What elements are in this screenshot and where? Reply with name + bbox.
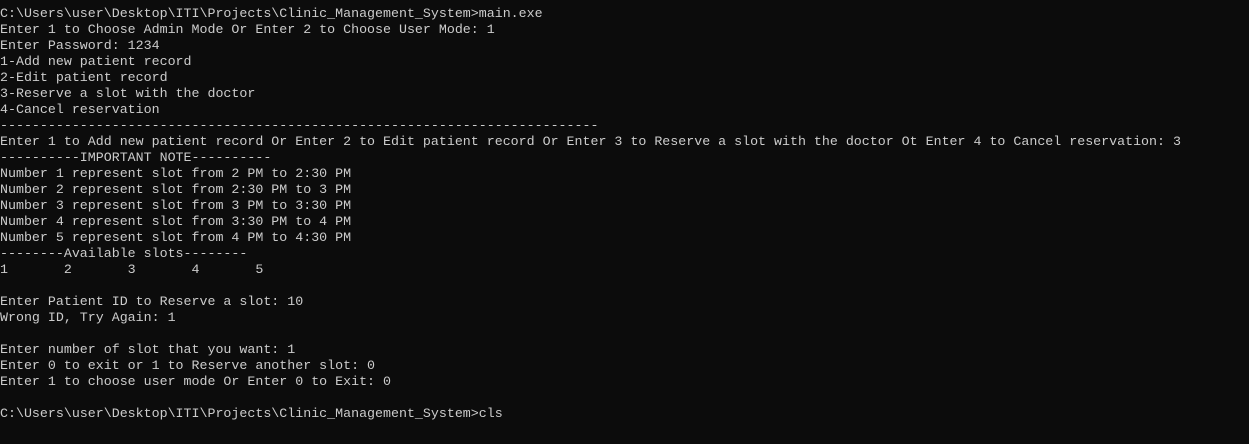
password-line: Enter Password: 1234 [0, 38, 160, 53]
important-note-header: ----------IMPORTANT NOTE---------- [0, 150, 272, 165]
slot-3-description: Number 3 represent slot from 3 PM to 3:3… [0, 198, 352, 213]
menu-option-edit: 2-Edit patient record [0, 70, 168, 85]
slot-number-prompt: Enter number of slot that you want: 1 [0, 342, 296, 357]
separator-line: ----------------------------------------… [0, 118, 599, 133]
patient-id-prompt: Enter Patient ID to Reserve a slot: 10 [0, 294, 304, 309]
reserve-another-prompt: Enter 0 to exit or 1 to Reserve another … [0, 358, 376, 373]
menu-option-cancel: 4-Cancel reservation [0, 102, 160, 117]
slot-2-description: Number 2 represent slot from 2:30 PM to … [0, 182, 352, 197]
slot-4-description: Number 4 represent slot from 3:30 PM to … [0, 214, 352, 229]
console-output[interactable]: C:\Users\user\Desktop\ITI\Projects\Clini… [0, 0, 1249, 444]
available-slots-header: --------Available slots-------- [0, 246, 248, 261]
slot-5-description: Number 5 represent slot from 4 PM to 4:3… [0, 230, 352, 245]
wrong-id-line: Wrong ID, Try Again: 1 [0, 310, 176, 325]
prompt-line: C:\Users\user\Desktop\ITI\Projects\Clini… [0, 6, 543, 21]
menu-option-reserve: 3-Reserve a slot with the doctor [0, 86, 256, 101]
menu-option-add: 1-Add new patient record [0, 54, 192, 69]
menu-choice-line: Enter 1 to Add new patient record Or Ent… [0, 134, 1181, 149]
slot-1-description: Number 1 represent slot from 2 PM to 2:3… [0, 166, 352, 181]
mode-selection-line: Enter 1 to Choose Admin Mode Or Enter 2 … [0, 22, 495, 37]
command-prompt-input[interactable]: C:\Users\user\Desktop\ITI\Projects\Clini… [0, 406, 1249, 422]
available-slots-list: 1 2 3 4 5 [0, 262, 264, 277]
exit-prompt: Enter 1 to choose user mode Or Enter 0 t… [0, 374, 391, 389]
